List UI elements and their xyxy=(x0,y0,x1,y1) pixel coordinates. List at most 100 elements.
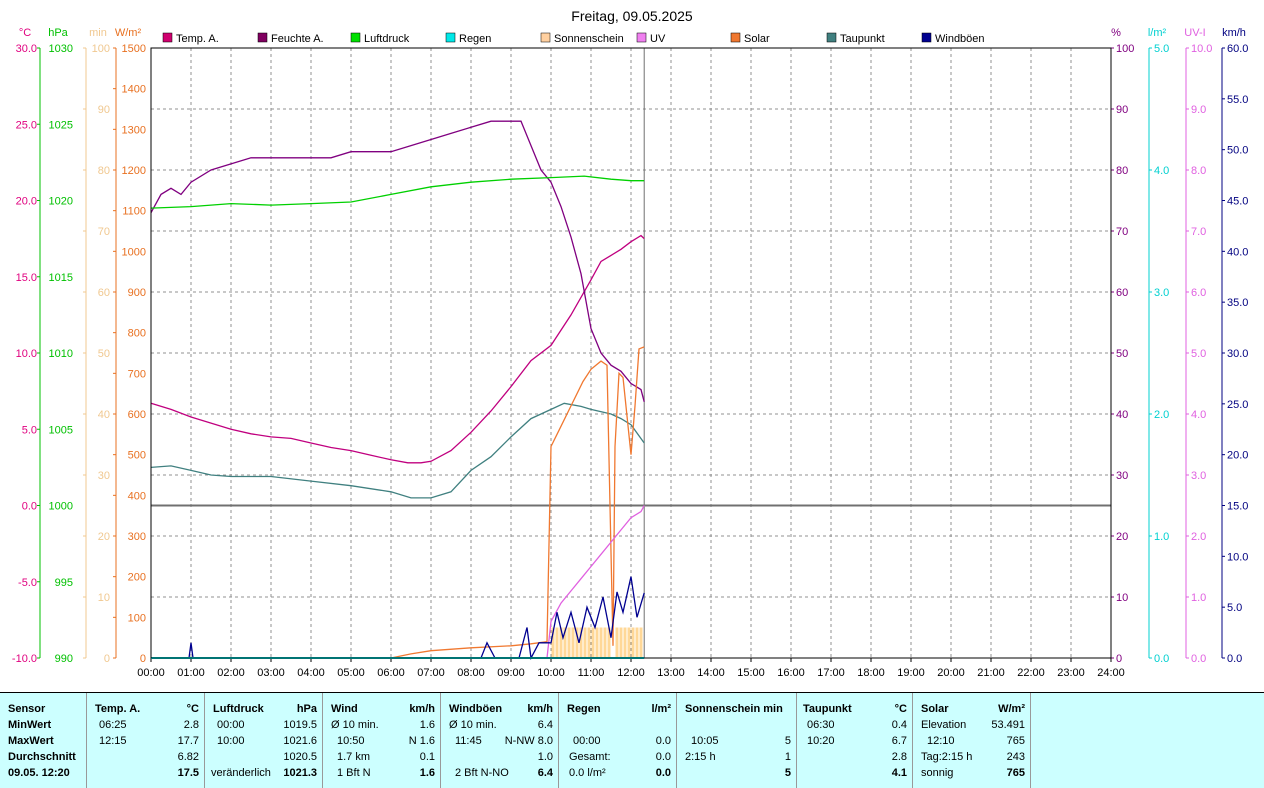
x-tick-label: 02:00 xyxy=(217,667,245,679)
stats-dewpoint-max-value: 6.7 xyxy=(891,735,907,747)
stats-rain-amount: 0.0 l/m² xyxy=(569,767,606,779)
stats-row-label-avg: Durchschnitt xyxy=(8,751,76,763)
stats-pressure-min-time: 00:00 xyxy=(217,719,245,731)
stats-rain-column: Regen l/m² 00:00 0.0 Gesamt: 0.0 0.0 l/m… xyxy=(558,693,677,788)
sunshine-bar xyxy=(555,627,559,658)
sunshine-bar xyxy=(595,627,599,658)
pressure-unit-label: hPa xyxy=(48,27,68,39)
series-lines xyxy=(150,120,645,661)
rain-tick-label: 3.0 xyxy=(1154,287,1169,299)
x-tick-label: 08:00 xyxy=(457,667,485,679)
stats-pressure-unit: hPa xyxy=(296,703,317,715)
stats-gusts-avg-label: Ø 10 min. xyxy=(449,719,497,731)
solar-unit-label: W/m² xyxy=(115,27,142,39)
solar-tick-label: 300 xyxy=(128,531,146,543)
stats-sunshine-max-value: 5 xyxy=(784,735,791,747)
stats-sensor-column: Sensor MinWert MaxWert Durchschnitt 09.0… xyxy=(0,693,86,788)
solar-tick-label: 1300 xyxy=(122,124,146,136)
pressure-tick-label: 1000 xyxy=(49,501,73,513)
x-tick-label: 19:00 xyxy=(897,667,925,679)
stats-solar-current-value: 765 xyxy=(1006,767,1025,779)
x-tick-label: 01:00 xyxy=(177,667,205,679)
x-tick-label: 04:00 xyxy=(297,667,325,679)
stats-wind-max-time: 10:50 xyxy=(337,735,365,747)
pressure-tick-label: 990 xyxy=(55,653,73,665)
sunshine-bar xyxy=(603,627,607,658)
stats-wind-current-value: 1.6 xyxy=(419,767,435,779)
x-tick-label: 15:00 xyxy=(737,667,765,679)
stats-end-divider xyxy=(1030,693,1032,788)
uv-tick-label: 10.0 xyxy=(1191,43,1212,55)
stats-pressure-header: Luftdruck xyxy=(213,703,264,715)
x-tick-label: 13:00 xyxy=(657,667,685,679)
stats-gusts-column: Windböen km/h Ø 10 min. 6.4 11:45 N-NW 8… xyxy=(440,693,559,788)
uv-tick-label: 7.0 xyxy=(1191,226,1206,238)
stats-sunshine-current-value: 5 xyxy=(784,767,791,779)
stats-temp-min-value: 2.8 xyxy=(183,719,199,731)
humidity-tick-label: 60 xyxy=(1116,287,1128,299)
stats-sunshine-max-time: 10:05 xyxy=(691,735,719,747)
solar-tick-label: 200 xyxy=(128,572,146,584)
stats-dewpoint-min-value: 0.4 xyxy=(891,719,907,731)
stats-solar-unit: W/m² xyxy=(998,703,1025,715)
stats-pressure-avg-value: 1020.5 xyxy=(283,751,317,763)
stats-gusts-unit: km/h xyxy=(527,703,553,715)
rain-tick-label: 4.0 xyxy=(1154,165,1169,177)
humidity-tick-label: 10 xyxy=(1116,592,1128,604)
sunshine-tick-label: 10 xyxy=(98,592,110,604)
uv-unit-label: UV-I xyxy=(1184,27,1205,39)
stats-dewpoint-current-value: 4.1 xyxy=(891,767,907,779)
wind-tick-label: 55.0 xyxy=(1227,94,1248,106)
legend-swatch xyxy=(826,32,837,43)
wind-tick-label: 40.0 xyxy=(1227,246,1248,258)
sunshine-tick-label: 50 xyxy=(98,348,110,360)
sunshine-bar xyxy=(587,627,591,658)
sunshine-bar xyxy=(615,627,619,658)
solar-tick-label: 1200 xyxy=(122,165,146,177)
x-tick-label: 11:00 xyxy=(578,667,605,679)
uv-tick-label: 5.0 xyxy=(1191,348,1206,360)
pressure-tick-label: 1020 xyxy=(49,196,73,208)
series-line-feuchte-a xyxy=(150,120,645,402)
x-tick-label: 14:00 xyxy=(697,667,725,679)
sunshine-bar xyxy=(583,627,587,658)
series-line-solar xyxy=(151,346,645,659)
humidity-tick-label: 100 xyxy=(1116,43,1134,55)
legend-swatch xyxy=(921,32,932,43)
uv-tick-label: 4.0 xyxy=(1191,409,1206,421)
sunshine-bar xyxy=(623,627,627,658)
stats-dewpoint-min-time: 06:30 xyxy=(807,719,835,731)
stats-pressure-trend: veränderlich xyxy=(211,767,271,779)
rain-tick-label: 1.0 xyxy=(1154,531,1169,543)
temp-tick-label: -10.0 xyxy=(12,653,37,665)
stats-temp-avg-value: 6.82 xyxy=(177,751,199,763)
sunshine-tick-label: 60 xyxy=(98,287,110,299)
x-tick-label: 03:00 xyxy=(257,667,285,679)
stats-wind-column: Wind km/h Ø 10 min. 1.6 10:50 N 1.6 1.7 … xyxy=(322,693,441,788)
stats-solar-day-label: Tag:2:15 h xyxy=(921,751,973,763)
x-tick-label: 05:00 xyxy=(337,667,365,679)
right-axes: 0 10 20 30 40 50 60 70 80 90 100 0.0 1.0 2.0 3.0 4.0 5.0… xyxy=(1110,43,1248,665)
stats-row-label-max: MaxWert xyxy=(8,735,54,747)
legend-label: Taupunkt xyxy=(840,33,885,45)
pressure-tick-label: 1005 xyxy=(49,424,73,436)
legend-swatch xyxy=(445,32,456,43)
legend-label: Solar xyxy=(744,33,770,45)
sunshine-bar xyxy=(619,627,623,658)
humidity-tick-label: 80 xyxy=(1116,165,1128,177)
x-tick-label: 00:00 xyxy=(137,667,165,679)
stats-solar-max-time: 12:10 xyxy=(927,735,955,747)
sunshine-bar xyxy=(571,627,575,658)
stats-dewpoint-avg-value: 2.8 xyxy=(891,751,907,763)
stats-solar-elevation-label: Elevation xyxy=(921,719,967,731)
stats-temp-unit: °C xyxy=(186,703,199,715)
wind-tick-label: 10.0 xyxy=(1227,551,1248,563)
stats-row-label-current: 09.05. 12:20 xyxy=(8,767,70,779)
stats-solar-column: Solar W/m² Elevation 53.491 12:10 765 Ta… xyxy=(912,693,1031,788)
legend-label: Temp. A. xyxy=(176,33,219,45)
pressure-tick-label: 1025 xyxy=(49,119,73,131)
stats-temp-current-value: 17.5 xyxy=(177,767,199,779)
stats-gusts-header: Windböen xyxy=(449,703,503,715)
stats-pressure-max-time: 10:00 xyxy=(217,735,245,747)
wind-unit-label: km/h xyxy=(1222,27,1246,39)
